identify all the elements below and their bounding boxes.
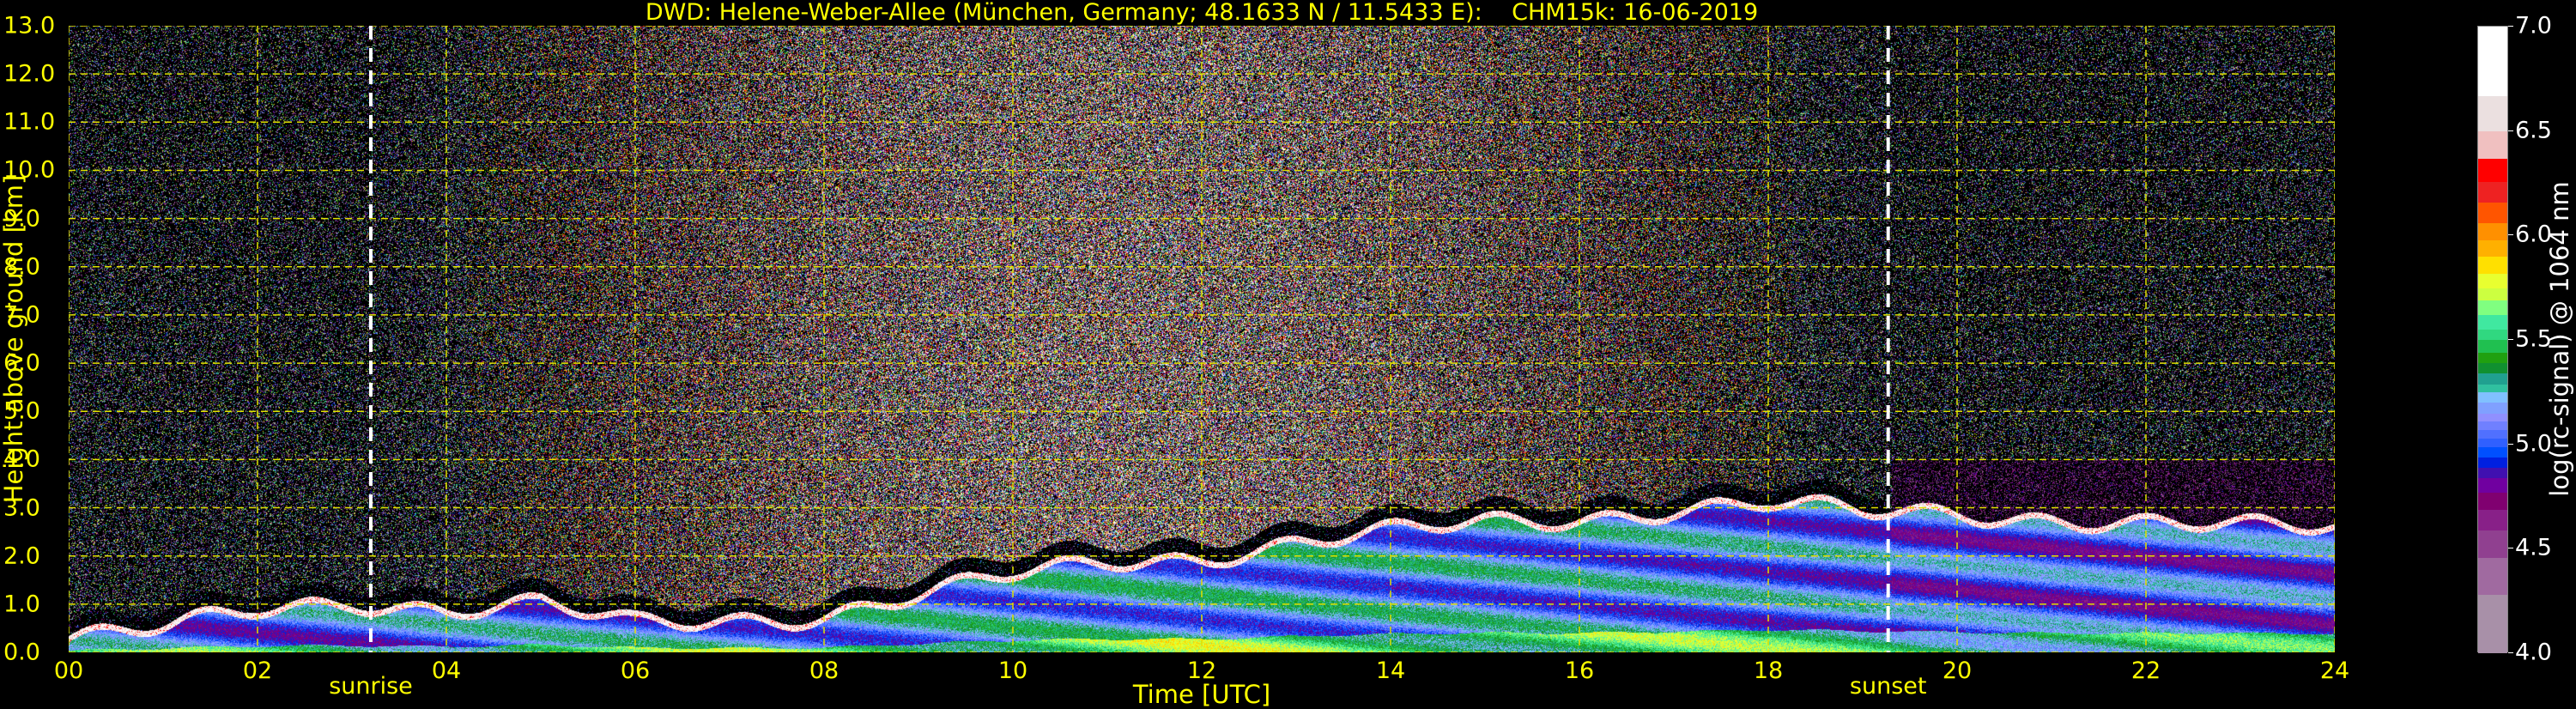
colorbar-segment: [2478, 300, 2507, 316]
y-tick-label: 2.0: [3, 542, 40, 570]
colorbar-segment: [2478, 477, 2507, 494]
colorbar-segment: [2478, 438, 2507, 447]
colorbar-segment: [2478, 413, 2507, 422]
colorbar-tick-mark: [2508, 234, 2513, 236]
colorbar-segment: [2478, 384, 2507, 393]
colorbar-segment: [2478, 492, 2507, 510]
colorbar-segment: [2478, 340, 2507, 354]
y-tick-label: 13.0: [3, 12, 56, 39]
colorbar-segment: [2478, 27, 2507, 96]
colorbar-segment: [2478, 446, 2507, 458]
colorbar-segment: [2478, 239, 2507, 258]
colorbar-tick-label: 4.5: [2515, 534, 2552, 561]
colorbar-segment: [2478, 352, 2507, 364]
colorbar-segment: [2478, 362, 2507, 374]
x-tick-label: 20: [1942, 657, 1973, 684]
colorbar-segment: [2478, 314, 2507, 330]
colorbar-segment: [2478, 95, 2507, 132]
colorbar-segment: [2478, 594, 2507, 654]
plot-area: [69, 26, 2335, 652]
colorbar-tick-label: 7.0: [2515, 12, 2552, 39]
y-tick-label: 1.0: [3, 591, 40, 618]
x-axis-label: Time [UTC]: [1132, 680, 1271, 709]
colorbar-tick-mark: [2508, 26, 2513, 27]
x-tick-label: 24: [2319, 657, 2350, 684]
sunrise-label: sunrise: [329, 673, 413, 700]
x-tick-label: 04: [431, 657, 462, 684]
sunset-label: sunset: [1849, 673, 1927, 700]
colorbar-segment: [2478, 457, 2507, 468]
colorbar-segment: [2478, 288, 2507, 301]
colorbar-segment: [2478, 530, 2507, 558]
colorbar-segment: [2478, 421, 2507, 431]
chart-title: DWD: Helene-Weber-Allee (München, German…: [645, 0, 1759, 26]
colorbar-segment: [2478, 202, 2507, 224]
y-axis-label: Height above ground [km]: [0, 174, 28, 504]
colorbar-segment: [2478, 329, 2507, 341]
colorbar-segment: [2478, 509, 2507, 530]
x-tick-label: 02: [242, 657, 273, 684]
colorbar-tick-label: 6.5: [2515, 117, 2552, 144]
colorbar-segment: [2478, 256, 2507, 274]
colorbar-segment: [2478, 429, 2507, 439]
colorbar-segment: [2478, 158, 2507, 182]
x-tick-label: 18: [1753, 657, 1784, 684]
colorbar-tick-mark: [2508, 443, 2513, 445]
y-tick-label: 0.0: [3, 639, 40, 666]
colorbar: [2477, 26, 2508, 654]
colorbar-tick-mark: [2508, 130, 2513, 131]
colorbar-segment: [2478, 130, 2507, 159]
x-tick-label: 08: [809, 657, 839, 684]
colorbar-label: log(rc-signal) @ 1064 nm: [2545, 181, 2574, 497]
colorbar-tick-mark: [2508, 339, 2513, 340]
x-tick-label: 14: [1375, 657, 1406, 684]
colorbar-tick-mark: [2508, 652, 2513, 653]
colorbar-segment: [2478, 403, 2507, 414]
colorbar-segment: [2478, 467, 2507, 479]
colorbar-segment: [2478, 222, 2507, 240]
grid-overlay: [69, 26, 2335, 652]
x-tick-label: 06: [620, 657, 651, 684]
colorbar-segment: [2478, 181, 2507, 203]
x-tick-label: 10: [997, 657, 1028, 684]
colorbar-segment: [2478, 273, 2507, 288]
y-tick-label: 12.0: [3, 60, 56, 88]
x-tick-label: 16: [1564, 657, 1595, 684]
colorbar-segment: [2478, 391, 2507, 403]
colorbar-tick-label: 4.0: [2515, 639, 2552, 666]
x-tick-label: 22: [2131, 657, 2161, 684]
y-tick-label: 11.0: [3, 108, 56, 136]
colorbar-segment: [2478, 557, 2507, 596]
colorbar-segment: [2478, 373, 2507, 385]
